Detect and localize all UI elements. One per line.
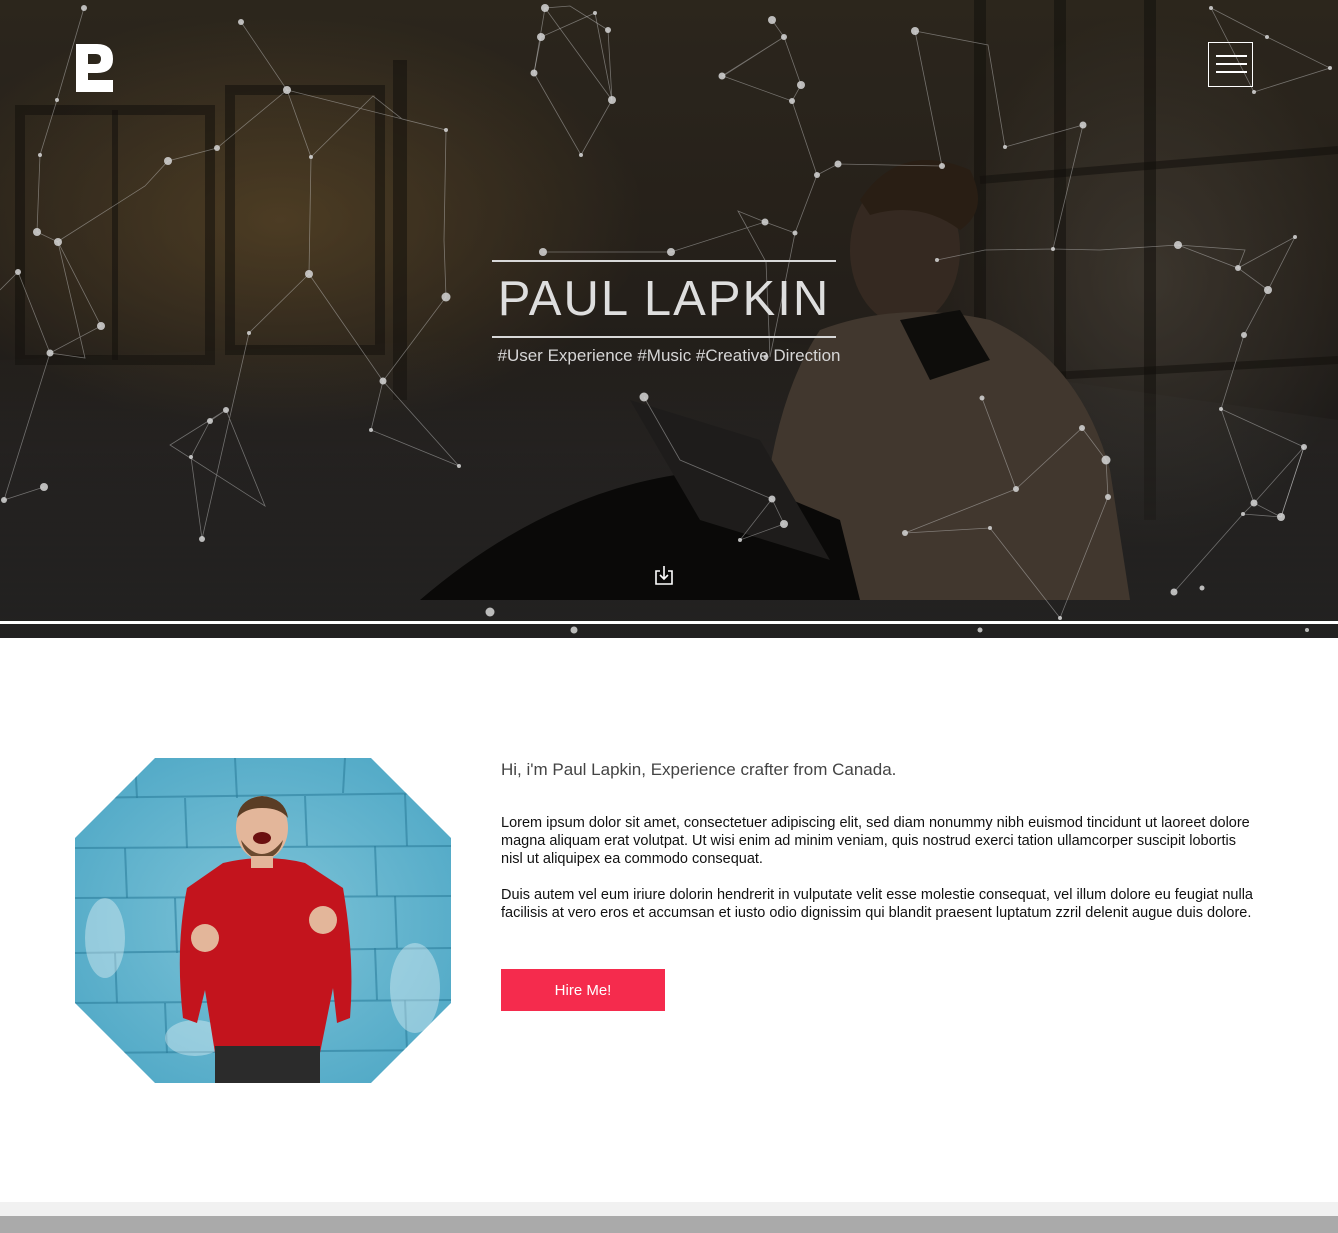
about-heading: Hi, i'm Paul Lapkin, Experience crafter …: [501, 760, 897, 779]
hero-title-frame: PAUL LAPKIN: [492, 260, 836, 338]
p-logo-icon[interactable]: [75, 42, 115, 94]
download-arrow-icon[interactable]: [654, 564, 674, 586]
hamburger-menu-icon[interactable]: [1208, 42, 1253, 87]
hire-me-button[interactable]: Hire Me!: [501, 969, 665, 1011]
hero-subtitle: #User Experience #Music #Creative Direct…: [497, 346, 841, 365]
hero-divider-line: [0, 621, 1338, 624]
menu-bar: [1216, 71, 1247, 73]
menu-bar: [1216, 63, 1247, 65]
hero-section: PAUL LAPKIN #User Experience #Music #Cre…: [0, 0, 1338, 638]
about-paragraph-2: Duis autem vel eum iriure dolorin hendre…: [501, 887, 1253, 921]
hero-title: PAUL LAPKIN: [497, 272, 831, 326]
footer-divider: [0, 1202, 1338, 1216]
about-section: Hi, i'm Paul Lapkin, Experience crafter …: [501, 760, 1261, 921]
menu-bar: [1216, 55, 1247, 57]
profile-photo: [75, 758, 451, 1083]
footer-bar: [0, 1216, 1338, 1233]
about-paragraph-1: Lorem ipsum dolor sit amet, consectetuer…: [501, 815, 1250, 867]
